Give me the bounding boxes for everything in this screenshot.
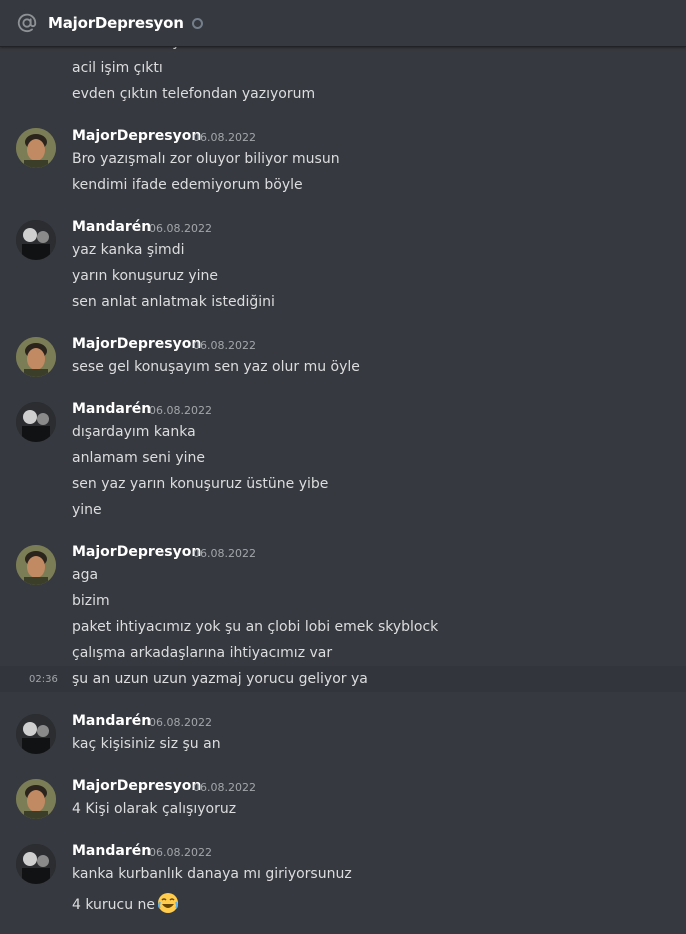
message-timestamp: 06.08.2022 xyxy=(149,404,212,417)
avatar-photo-icon xyxy=(16,714,56,754)
avatar-photo-icon xyxy=(16,844,56,884)
offline-status-icon xyxy=(191,17,203,29)
message-line: kendimi ifade edemiyorum böyle xyxy=(72,177,303,193)
message-line: Bro yazışmalı zor oluyor biliyor musun xyxy=(72,151,340,167)
message-timestamp: 06.08.2022 xyxy=(193,781,256,794)
message-line-with-emoji: 4 kurucu ne xyxy=(72,892,179,918)
message-line: aga xyxy=(72,567,99,583)
channel-header: MajorDepresyon xyxy=(0,0,686,47)
joy-emoji-icon xyxy=(157,892,179,918)
message-line: sen yaz yarın konuşuruz üstüne yibe xyxy=(72,476,329,492)
message-line: acil işim çıktı xyxy=(72,60,163,76)
message-line: sen anlat anlatmak istediğini xyxy=(72,294,275,310)
avatar[interactable] xyxy=(16,714,56,754)
message-line: paket ihtiyacımız yok şu an çlobi lobi e… xyxy=(72,619,439,635)
message-text: 4 kurucu ne xyxy=(72,897,156,913)
message-author[interactable]: Mandarén xyxy=(72,401,151,417)
avatar-photo-icon xyxy=(16,545,56,585)
message-line: kaç kişisiniz siz şu an xyxy=(72,736,221,752)
message-line: anlamam seni yine xyxy=(72,450,206,466)
message-timestamp: 06.08.2022 xyxy=(149,716,212,729)
at-icon xyxy=(17,13,37,33)
avatar[interactable] xyxy=(16,220,56,260)
message-list: kanka burdan yazsana acil işim çıktı evd… xyxy=(0,0,686,934)
avatar[interactable] xyxy=(16,402,56,442)
message-line: dışardayım kanka xyxy=(72,424,196,440)
message-timestamp: 06.08.2022 xyxy=(149,846,212,859)
avatar[interactable] xyxy=(16,545,56,585)
message-line: 4 Kişi olarak çalışıyoruz xyxy=(72,801,237,817)
hover-timestamp: 02:36 xyxy=(29,674,58,685)
avatar-photo-icon xyxy=(16,402,56,442)
message-line: yine xyxy=(72,502,102,518)
dm-title[interactable]: MajorDepresyon xyxy=(48,14,184,32)
message-line: bizim xyxy=(72,593,110,609)
avatar-photo-icon xyxy=(16,220,56,260)
message-line: şu an uzun uzun yazmaj yorucu geliyor ya xyxy=(72,671,368,687)
avatar[interactable] xyxy=(16,337,56,377)
message-line: kanka kurbanlık danaya mı giriyorsunuz xyxy=(72,866,352,882)
message-author[interactable]: MajorDepresyon xyxy=(72,128,201,144)
message-timestamp: 06.08.2022 xyxy=(193,131,256,144)
message-author[interactable]: MajorDepresyon xyxy=(72,336,201,352)
avatar[interactable] xyxy=(16,128,56,168)
message-line: sese gel konuşayım sen yaz olur mu öyle xyxy=(72,359,360,375)
avatar[interactable] xyxy=(16,844,56,884)
avatar-photo-icon xyxy=(16,779,56,819)
message-line: çalışma arkadaşlarına ihtiyacımız var xyxy=(72,645,333,661)
message-line: evden çıktın telefondan yazıyorum xyxy=(72,86,316,102)
message-author[interactable]: MajorDepresyon xyxy=(72,544,201,560)
message-timestamp: 06.08.2022 xyxy=(149,222,212,235)
avatar-photo-icon xyxy=(16,337,56,377)
message-timestamp: 06.08.2022 xyxy=(193,547,256,560)
avatar-photo-icon xyxy=(16,128,56,168)
message-line: yarın konuşuruz yine xyxy=(72,268,219,284)
avatar[interactable] xyxy=(16,779,56,819)
message-author[interactable]: MajorDepresyon xyxy=(72,778,201,794)
message-timestamp: 06.08.2022 xyxy=(193,339,256,352)
message-line: yaz kanka şimdi xyxy=(72,242,185,258)
message-author[interactable]: Mandarén xyxy=(72,219,151,235)
message-author[interactable]: Mandarén xyxy=(72,843,151,859)
message-author[interactable]: Mandarén xyxy=(72,713,151,729)
